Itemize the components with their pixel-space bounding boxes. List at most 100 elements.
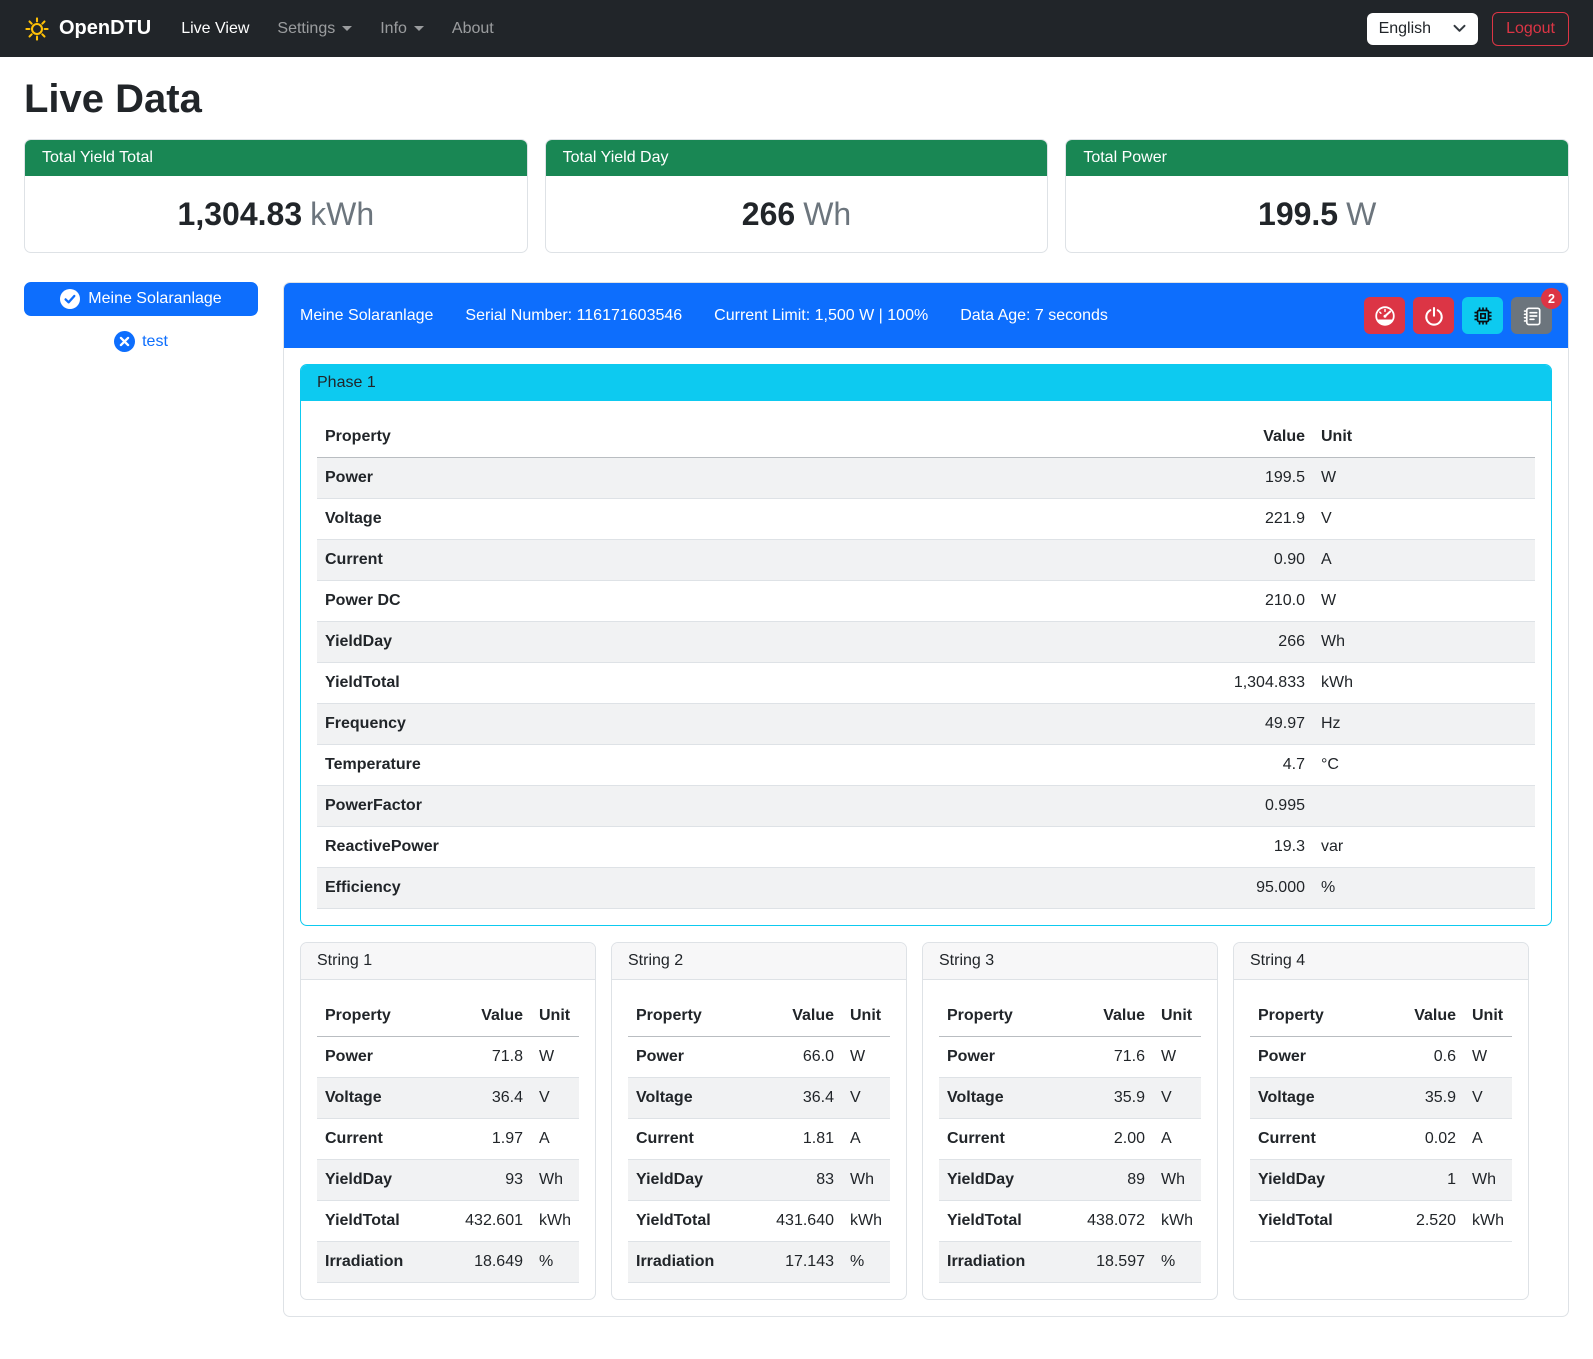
nav-live-view[interactable]: Live View: [167, 12, 263, 46]
unit-cell: V: [531, 1078, 579, 1119]
table-row: YieldTotal438.072kWh: [939, 1201, 1201, 1242]
property-cell: Voltage: [628, 1078, 750, 1119]
chevron-down-icon: [1453, 24, 1466, 33]
table-row: Current0.90A: [317, 540, 1535, 581]
property-cell: YieldDay: [939, 1160, 1061, 1201]
string-panel-title: String 1: [301, 943, 595, 980]
cpu-icon: [1472, 305, 1494, 327]
chevron-down-icon: [414, 26, 424, 31]
unit-cell: %: [842, 1242, 890, 1283]
unit-cell: %: [1153, 1242, 1201, 1283]
table-row: Efficiency95.000%: [317, 868, 1535, 909]
brand-link[interactable]: OpenDTU: [24, 16, 151, 42]
unit-cell: Wh: [842, 1160, 890, 1201]
value-cell: 438.072: [1061, 1201, 1153, 1242]
power-button[interactable]: [1413, 297, 1454, 334]
inverter-select-button-test[interactable]: test: [24, 331, 258, 352]
column-header-unit: Unit: [1153, 996, 1201, 1037]
unit-cell: %: [531, 1242, 579, 1283]
column-header-value: Value: [750, 996, 842, 1037]
column-header-value: Value: [1372, 996, 1464, 1037]
unit-cell: kWh: [1464, 1201, 1512, 1242]
inverter-name: Meine Solaranlage: [300, 307, 433, 325]
card-value: 266: [742, 196, 795, 232]
card-title: Total Power: [1066, 140, 1568, 176]
value-cell: 89: [1061, 1160, 1153, 1201]
value-cell: 35.9: [1372, 1078, 1464, 1119]
table-row: YieldTotal432.601kWh: [317, 1201, 579, 1242]
inverter-card: Meine Solaranlage Serial Number: 1161716…: [283, 282, 1569, 1317]
property-cell: Power: [317, 458, 1108, 499]
unit-cell: Wh: [1313, 622, 1535, 663]
value-cell: 199.5: [1108, 458, 1313, 499]
check-circle-icon: [60, 289, 80, 309]
value-cell: 36.4: [750, 1078, 842, 1119]
nav-info-label: Info: [380, 20, 407, 38]
property-cell: YieldTotal: [1250, 1201, 1372, 1242]
brand-label: OpenDTU: [59, 17, 151, 40]
unit-cell: A: [1313, 540, 1535, 581]
string-1-table: Property Value Unit Power71.8WVoltage36.…: [317, 996, 579, 1283]
limit-settings-button[interactable]: [1364, 297, 1405, 334]
value-cell: 18.597: [1061, 1242, 1153, 1283]
inverter-selector-sidebar: Meine Solaranlage test: [24, 282, 258, 352]
value-cell: 432.601: [439, 1201, 531, 1242]
string-3-table: Property Value Unit Power71.6WVoltage35.…: [939, 996, 1201, 1283]
nav-info[interactable]: Info: [366, 12, 438, 46]
page-title: Live Data: [24, 77, 1569, 122]
column-header-unit: Unit: [1313, 417, 1535, 458]
table-header-row: Property Value Unit: [317, 417, 1535, 458]
phase-table: Property Value Unit Power199.5WVoltage22…: [317, 417, 1535, 909]
summary-cards-row: Total Yield Total 1,304.83kWh Total Yiel…: [24, 139, 1569, 253]
total-power-card: Total Power 199.5W: [1065, 139, 1569, 253]
table-row: Power199.5W: [317, 458, 1535, 499]
unit-cell: W: [842, 1037, 890, 1078]
event-log-button[interactable]: 2: [1511, 297, 1552, 334]
value-cell: 1,304.833: [1108, 663, 1313, 704]
unit-cell: Wh: [1464, 1160, 1512, 1201]
property-cell: Current: [939, 1119, 1061, 1160]
property-cell: ReactivePower: [317, 827, 1108, 868]
navbar: OpenDTU Live View Settings Info About En…: [0, 0, 1593, 57]
value-cell: 4.7: [1108, 745, 1313, 786]
nav-settings[interactable]: Settings: [263, 12, 366, 46]
logout-button[interactable]: Logout: [1492, 12, 1569, 46]
column-header-value: Value: [439, 996, 531, 1037]
table-row: Frequency49.97Hz: [317, 704, 1535, 745]
property-cell: Power: [939, 1037, 1061, 1078]
column-header-property: Property: [317, 417, 1108, 458]
unit-cell: V: [1313, 499, 1535, 540]
inverter-select-button-meine-solaranlage[interactable]: Meine Solaranlage: [24, 282, 258, 316]
phase-1-panel: Phase 1 Property Value Unit P: [300, 364, 1552, 926]
card-unit: kWh: [310, 196, 374, 232]
value-cell: 18.649: [439, 1242, 531, 1283]
language-select[interactable]: English: [1367, 13, 1478, 45]
property-cell: YieldDay: [317, 622, 1108, 663]
inverter-limit: Current Limit: 1,500 W | 100%: [714, 307, 928, 325]
property-cell: Current: [1250, 1119, 1372, 1160]
nav-about[interactable]: About: [438, 12, 508, 46]
table-header-row: Property Value Unit: [628, 996, 890, 1037]
table-header-row: Property Value Unit: [939, 996, 1201, 1037]
property-cell: YieldDay: [628, 1160, 750, 1201]
table-row: Power71.6W: [939, 1037, 1201, 1078]
inverter-serial: Serial Number: 116171603546: [465, 307, 682, 325]
table-row: Voltage36.4V: [317, 1078, 579, 1119]
value-cell: 1: [1372, 1160, 1464, 1201]
unit-cell: A: [1153, 1119, 1201, 1160]
property-cell: PowerFactor: [317, 786, 1108, 827]
device-info-button[interactable]: [1462, 297, 1503, 334]
property-cell: YieldTotal: [939, 1201, 1061, 1242]
speedometer-icon: [1374, 305, 1396, 327]
property-cell: YieldTotal: [628, 1201, 750, 1242]
value-cell: 71.8: [439, 1037, 531, 1078]
property-cell: YieldTotal: [317, 1201, 439, 1242]
property-cell: Current: [317, 1119, 439, 1160]
string-4-panel: String 4 Property Value Unit: [1233, 942, 1529, 1300]
column-header-value: Value: [1061, 996, 1153, 1037]
journal-icon: [1521, 305, 1543, 327]
card-unit: Wh: [803, 196, 851, 232]
string-2-panel: String 2 Property Value Unit: [611, 942, 907, 1300]
value-cell: 210.0: [1108, 581, 1313, 622]
value-cell: 221.9: [1108, 499, 1313, 540]
